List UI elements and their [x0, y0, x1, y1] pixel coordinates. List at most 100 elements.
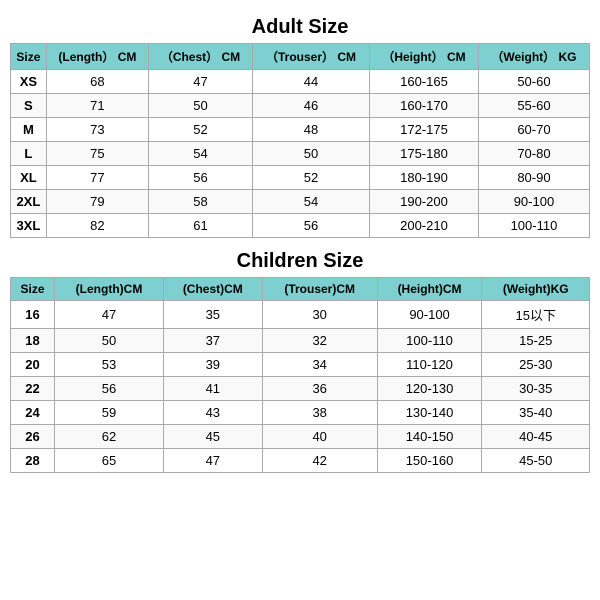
table-cell: 65 [55, 449, 164, 473]
children-header-cell: (Weight)KG [482, 278, 590, 301]
adult-size-table: Size(Length） CM（Chest） CM（Trouser） CM（He… [10, 43, 590, 238]
table-cell: 80-90 [478, 166, 589, 190]
table-cell: 52 [149, 118, 253, 142]
table-cell: 180-190 [370, 166, 479, 190]
table-cell: XL [11, 166, 47, 190]
table-row: 20533934110-12025-30 [11, 353, 590, 377]
table-cell: 40 [262, 425, 377, 449]
table-cell: 53 [55, 353, 164, 377]
table-row: L755450175-18070-80 [11, 142, 590, 166]
table-cell: 35-40 [482, 401, 590, 425]
table-cell: XS [11, 70, 47, 94]
table-cell: 175-180 [370, 142, 479, 166]
table-cell: 52 [252, 166, 369, 190]
table-cell: 37 [163, 329, 262, 353]
table-row: 24594338130-14035-40 [11, 401, 590, 425]
table-cell: 75 [46, 142, 148, 166]
table-cell: 54 [149, 142, 253, 166]
table-cell: 47 [55, 301, 164, 329]
table-cell: 24 [11, 401, 55, 425]
children-size-table: Size(Length)CM(Chest)CM(Trouser)CM(Heigh… [10, 277, 590, 473]
table-cell: 40-45 [482, 425, 590, 449]
adult-header-cell: (Length） CM [46, 44, 148, 70]
table-cell: 46 [252, 94, 369, 118]
table-cell: 140-150 [377, 425, 482, 449]
table-cell: 150-160 [377, 449, 482, 473]
table-cell: 50 [252, 142, 369, 166]
table-cell: 42 [262, 449, 377, 473]
table-cell: 30 [262, 301, 377, 329]
adult-header-cell: （Weight） KG [478, 44, 589, 70]
table-cell: 77 [46, 166, 148, 190]
table-cell: 110-120 [377, 353, 482, 377]
table-cell: 60-70 [478, 118, 589, 142]
table-cell: 38 [262, 401, 377, 425]
table-cell: 48 [252, 118, 369, 142]
children-size-title: Children Size [237, 250, 364, 273]
table-cell: 45 [163, 425, 262, 449]
table-cell: 2XL [11, 190, 47, 214]
table-cell: M [11, 118, 47, 142]
children-header-cell: (Height)CM [377, 278, 482, 301]
table-cell: 120-130 [377, 377, 482, 401]
table-cell: 79 [46, 190, 148, 214]
adult-header-cell: （Chest） CM [149, 44, 253, 70]
table-row: 3XL826156200-210100-110 [11, 214, 590, 238]
table-cell: S [11, 94, 47, 118]
table-cell: 61 [149, 214, 253, 238]
table-cell: 70-80 [478, 142, 589, 166]
table-cell: 15-25 [482, 329, 590, 353]
table-cell: 172-175 [370, 118, 479, 142]
table-cell: 34 [262, 353, 377, 377]
children-header-cell: (Chest)CM [163, 278, 262, 301]
children-header-cell: (Length)CM [55, 278, 164, 301]
table-row: XL775652180-19080-90 [11, 166, 590, 190]
table-cell: 130-140 [377, 401, 482, 425]
table-cell: 41 [163, 377, 262, 401]
table-cell: 71 [46, 94, 148, 118]
table-cell: 160-170 [370, 94, 479, 118]
table-cell: 100-110 [478, 214, 589, 238]
table-cell: 30-35 [482, 377, 590, 401]
table-cell: 16 [11, 301, 55, 329]
table-row: XS684744160-16550-60 [11, 70, 590, 94]
table-cell: 44 [252, 70, 369, 94]
table-row: 1647353090-10015以下 [11, 301, 590, 329]
table-cell: 22 [11, 377, 55, 401]
table-row: 26624540140-15040-45 [11, 425, 590, 449]
children-header-cell: Size [11, 278, 55, 301]
table-row: S715046160-17055-60 [11, 94, 590, 118]
table-cell: 200-210 [370, 214, 479, 238]
table-cell: 56 [252, 214, 369, 238]
table-cell: 58 [149, 190, 253, 214]
table-cell: 43 [163, 401, 262, 425]
table-cell: 32 [262, 329, 377, 353]
table-cell: 62 [55, 425, 164, 449]
table-cell: 56 [149, 166, 253, 190]
table-cell: 28 [11, 449, 55, 473]
table-cell: 39 [163, 353, 262, 377]
table-row: 2XL795854190-20090-100 [11, 190, 590, 214]
table-row: 28654742150-16045-50 [11, 449, 590, 473]
table-cell: 25-30 [482, 353, 590, 377]
table-cell: 50 [149, 94, 253, 118]
adult-header-cell: （Trouser） CM [252, 44, 369, 70]
table-cell: 3XL [11, 214, 47, 238]
table-cell: 68 [46, 70, 148, 94]
table-cell: 15以下 [482, 301, 590, 329]
table-cell: 100-110 [377, 329, 482, 353]
table-cell: 90-100 [478, 190, 589, 214]
table-cell: 50 [55, 329, 164, 353]
table-cell: 45-50 [482, 449, 590, 473]
table-cell: 47 [163, 449, 262, 473]
table-cell: L [11, 142, 47, 166]
adult-size-title: Adult Size [252, 16, 349, 39]
table-row: M735248172-17560-70 [11, 118, 590, 142]
table-cell: 55-60 [478, 94, 589, 118]
table-cell: 47 [149, 70, 253, 94]
table-cell: 56 [55, 377, 164, 401]
table-cell: 18 [11, 329, 55, 353]
table-cell: 35 [163, 301, 262, 329]
table-cell: 59 [55, 401, 164, 425]
table-cell: 20 [11, 353, 55, 377]
